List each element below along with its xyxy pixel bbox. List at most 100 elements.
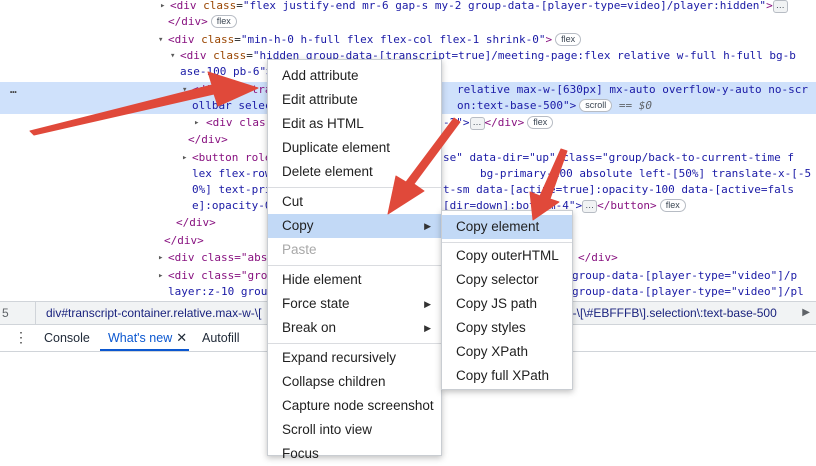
close-tab-icon[interactable]: ✕ (176, 330, 187, 345)
tab-console[interactable]: Console (44, 325, 90, 351)
menu-item-expand-recursively[interactable]: Expand recursively (268, 346, 441, 370)
tag-name: <div (180, 49, 214, 62)
attr-value: on:text-base-500"> (457, 99, 577, 112)
menu-item-copy-full-xpath[interactable]: Copy full XPath (442, 364, 572, 388)
ellipsis-button[interactable]: … (772, 0, 788, 13)
attr-value: ollbar selec (192, 99, 272, 112)
breadcrumb-item[interactable]: div#transcript-container.relative.max-w-… (46, 302, 261, 324)
attr-value: -2"> (443, 116, 470, 129)
attr-value: 0%] text-pri (192, 183, 272, 196)
breadcrumb-scroll-left[interactable]: 5 (0, 302, 36, 324)
expand-triangle-icon[interactable]: ▸ (160, 0, 165, 14)
flex-badge[interactable]: flex (527, 116, 554, 129)
menu-item-delete-element[interactable]: Delete element (268, 160, 441, 184)
collapse-triangle-icon[interactable]: ▾ (170, 48, 175, 64)
ellipsis-button[interactable]: … (469, 117, 485, 130)
scroll-badge[interactable]: scroll (579, 99, 613, 112)
tag-close: > (766, 0, 773, 12)
attr-value: group-data-[player-type="video"]/p (572, 269, 798, 282)
attr-value: relative max-w-[630px] mx-auto overflow-… (457, 83, 808, 96)
menu-item-duplicate-element[interactable]: Duplicate element (268, 136, 441, 160)
closing-tag: </div> (578, 251, 618, 264)
attr-name: class (203, 0, 237, 12)
submenu-arrow-icon: ▶ (424, 221, 431, 231)
attr-value: "min-h-0 h-full flex flex-col flex-1 shr… (240, 33, 546, 46)
menu-item-copy-outerhtml[interactable]: Copy outerHTML (442, 244, 572, 268)
menu-item-copy-styles[interactable]: Copy styles (442, 316, 572, 340)
attr-value: layer:z-10 grou (168, 285, 268, 298)
more-icon[interactable]: … (10, 82, 17, 98)
context-menu: Add attribute Edit attribute Edit as HTM… (267, 59, 442, 461)
more-vertical-icon[interactable]: ⋮ (14, 330, 28, 344)
tag-text: <div id="tra (192, 83, 272, 96)
attr-value: ase-100 pb-6"> (180, 65, 273, 78)
copy-submenu: Copy element Copy outerHTML Copy selecto… (441, 210, 573, 390)
menu-item-copy-element[interactable]: Copy element (442, 215, 572, 239)
menu-item-copy-js-path[interactable]: Copy JS path (442, 292, 572, 316)
attr-value: t-sm data-[active=true]:opacity-100 data… (443, 183, 794, 196)
closing-tag: </button> (597, 199, 657, 212)
menu-item-copy[interactable]: Copy ▶ (268, 214, 441, 238)
attr-value: e]:opacity-0 (192, 199, 272, 212)
attr-name: class (201, 33, 235, 46)
tab-whats-new[interactable]: What's new ✕ (100, 325, 190, 351)
menu-separator (268, 343, 441, 344)
menu-item-cut[interactable]: Cut (268, 190, 441, 214)
attr-value: "flex justify-end mr-6 gap-s my-2 group-… (242, 0, 767, 12)
flex-badge[interactable]: flex (555, 33, 582, 46)
submenu-arrow-icon: ▶ (424, 299, 431, 309)
menu-item-label: Break on (282, 320, 337, 335)
menu-separator (268, 265, 441, 266)
menu-item-focus[interactable]: Focus (268, 442, 441, 466)
menu-item-copy-selector[interactable]: Copy selector (442, 268, 572, 292)
attr-name: class (213, 49, 247, 62)
breadcrumb-scroll-right-icon[interactable]: ▶ (802, 302, 810, 324)
menu-separator (442, 242, 572, 243)
ellipsis-button[interactable]: … (582, 200, 598, 213)
tab-autofill[interactable]: Autofill (202, 325, 240, 351)
menu-item-add-attribute[interactable]: Add attribute (268, 64, 441, 88)
flex-badge[interactable]: flex (210, 15, 237, 28)
menu-item-copy-xpath[interactable]: Copy XPath (442, 340, 572, 364)
menu-item-edit-as-html[interactable]: Edit as HTML (268, 112, 441, 136)
menu-item-edit-attribute[interactable]: Edit attribute (268, 88, 441, 112)
flex-badge[interactable]: flex (659, 199, 686, 212)
menu-item-collapse-children[interactable]: Collapse children (268, 370, 441, 394)
menu-item-capture-node-screenshot[interactable]: Capture node screenshot (268, 394, 441, 418)
menu-item-hide-element[interactable]: Hide element (268, 268, 441, 292)
menu-item-label: Force state (282, 296, 350, 311)
expand-triangle-icon[interactable]: ▸ (158, 268, 163, 284)
menu-separator (268, 187, 441, 188)
collapse-triangle-icon[interactable]: ▾ (182, 82, 187, 98)
menu-item-force-state[interactable]: Force state ▶ (268, 292, 441, 316)
tag-text: <div clas (206, 116, 266, 129)
tree-node[interactable]: ▸ <div class="flex justify-end mr-6 gap-… (0, 0, 816, 14)
tab-label: What's new (108, 331, 173, 345)
expand-triangle-icon[interactable]: ▸ (182, 150, 187, 166)
tag-text: <button role (192, 151, 272, 164)
tag-text: <div class="gro (168, 269, 268, 282)
menu-item-scroll-into-view[interactable]: Scroll into view (268, 418, 441, 442)
tree-node[interactable]: ▾ <div class="min-h-0 h-full flex flex-c… (0, 32, 816, 48)
attr-value: lex flex-row (192, 167, 272, 180)
closing-tag: </div> (164, 234, 204, 247)
tag-name: <div (168, 33, 202, 46)
attr-value: group-data-[player-type="video"]/pl (572, 285, 804, 298)
collapse-triangle-icon[interactable]: ▾ (158, 32, 163, 48)
tag-text: <div class="abs (168, 251, 268, 264)
submenu-arrow-icon: ▶ (424, 323, 431, 333)
closing-tag: </div> (176, 216, 216, 229)
tag-name: <div (170, 0, 204, 12)
menu-item-break-on[interactable]: Break on ▶ (268, 316, 441, 340)
expand-triangle-icon[interactable]: ▸ (158, 250, 163, 266)
selected-marker: == $0 (618, 99, 652, 112)
breadcrumb-item[interactable]: g-\[\#EBFFFB\].selection\:text-base-500 (566, 302, 777, 324)
expand-triangle-icon[interactable]: ▸ (194, 115, 199, 131)
tree-node[interactable]: </div> flex (0, 14, 816, 30)
menu-item-paste: Paste (282, 242, 317, 257)
attr-value: bg-primary-100 absolute left-[50%] trans… (480, 167, 812, 180)
closing-tag: </div> (168, 15, 208, 28)
tag-close: > (545, 33, 553, 46)
menu-item-label: Copy (282, 218, 314, 233)
closing-tag: </div> (484, 116, 525, 129)
